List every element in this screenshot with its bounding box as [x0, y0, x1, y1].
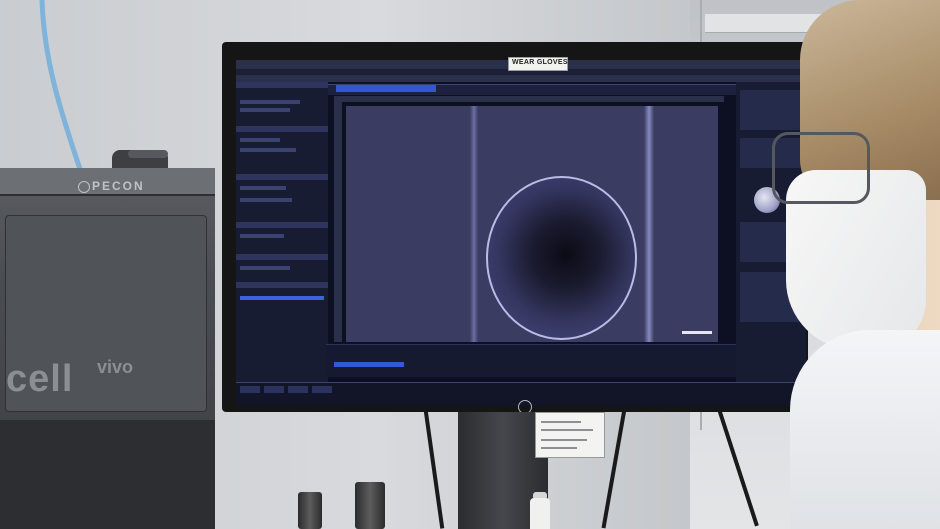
monitor-stand-sticker — [535, 412, 605, 458]
scale-bar — [682, 331, 712, 334]
blue-tubing — [39, 0, 85, 176]
panel-setting-row — [240, 186, 286, 190]
panel-section-header — [236, 82, 328, 88]
panel-section-header — [236, 254, 328, 260]
panel-section-header — [236, 282, 328, 288]
sticker-text-line — [541, 421, 581, 423]
software-bottom-panel — [326, 344, 736, 377]
device-knob-cap — [128, 150, 168, 158]
panel-setting-row — [240, 266, 290, 270]
panel-setting-row — [240, 108, 290, 112]
small-bottle — [530, 498, 550, 529]
cell-spheroid — [486, 176, 637, 340]
microscope-objective — [298, 492, 322, 529]
sticker-text-line — [541, 429, 593, 431]
active-document-tab — [336, 85, 436, 92]
panel-setting-row — [240, 100, 300, 104]
device-model-label: cell — [6, 358, 74, 400]
panel-setting-row — [240, 198, 292, 202]
bottom-panel-selected-item — [334, 362, 404, 367]
panel-setting-row — [240, 138, 280, 142]
taskbar-button — [264, 386, 284, 393]
microscope-image-viewport — [346, 106, 718, 342]
taskbar-button — [288, 386, 308, 393]
channel-edge-left — [470, 106, 478, 342]
software-left-panel — [236, 82, 328, 382]
panel-section-header — [236, 126, 328, 132]
panel-setting-row — [240, 148, 296, 152]
panel-selected-row — [240, 296, 324, 300]
panel-section-header — [236, 222, 328, 228]
viewport-ruler-left — [334, 102, 342, 342]
microscope-objective — [355, 482, 385, 529]
channel-edge-right — [644, 106, 654, 342]
sticker-text-line — [541, 447, 577, 449]
viewport-ruler-top — [334, 96, 724, 102]
taskbar-button — [312, 386, 332, 393]
right-panel-section — [740, 90, 800, 130]
panel-section-header — [236, 174, 328, 180]
monitor-screen — [236, 60, 806, 406]
monitor-tape-text: WEAR GLOVES — [512, 59, 568, 66]
taskbar-button — [240, 386, 260, 393]
device-brand-logo-icon — [78, 181, 90, 193]
panel-setting-row — [240, 234, 284, 238]
sticker-text-line — [541, 439, 587, 441]
device-model-label-suffix: vivo — [97, 357, 134, 377]
device-brand-text: PECON — [92, 179, 145, 193]
device-base — [0, 420, 215, 529]
eyeglasses — [772, 132, 870, 204]
lab-coat — [790, 330, 940, 529]
